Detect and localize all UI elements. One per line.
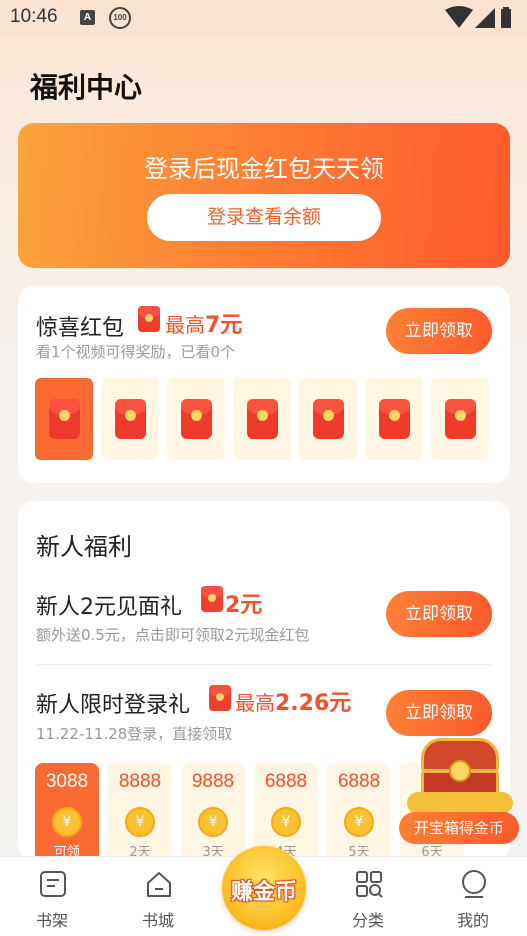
new-user-gift-reward-value: 2元 [225,593,263,618]
envelope-tile[interactable] [167,378,225,460]
treasure-chest-button[interactable]: 开宝箱得金币 [399,812,519,844]
envelope-tile[interactable] [299,378,357,460]
coin-icon: ¥ [52,807,82,837]
coin-day-tile[interactable]: 3088 ¥ 可领 [35,763,99,861]
profile-icon [462,870,486,898]
login-banner-title: 登录后现金红包天天领 [144,155,384,183]
nav-label-bookshelf: 书架 [35,911,68,930]
login-view-balance-button[interactable]: 登录查看余额 [147,194,381,241]
red-packet-icon [201,586,223,612]
envelope-tile[interactable] [365,378,423,460]
bookstore-icon [147,872,171,897]
login-gift-title: 新人限时登录礼 [36,693,191,718]
bookshelf-icon [40,871,66,897]
divider [36,664,492,665]
coin-amount: 6888 [337,771,381,792]
surprise-red-packet-title: 惊喜红包 [36,316,125,341]
red-envelope-icon [181,399,212,439]
red-envelope-icon [247,399,278,439]
coin-amount: 3088 [45,771,89,792]
nav-label-bookstore: 书城 [141,911,174,930]
red-envelope-icon [313,399,344,439]
status-bar: 10:46 A 100 [0,0,527,36]
coin-amount: 9888 [191,771,235,792]
red-envelope-icon [49,399,80,439]
surprise-red-packet-card: 惊喜红包 最高7元 看1个视频可得奖励，已看0个 立即领取 [18,286,510,483]
login-gift-reward: 最高2.26元 [235,685,351,717]
coin-amount: 6888 [264,771,308,792]
red-envelope-icon [115,399,146,439]
status-time: 10:46 [10,6,58,27]
coin-icon: ¥ [125,807,155,837]
notification-a-icon: A [80,10,95,25]
surprise-claim-button[interactable]: 立即领取 [386,308,492,354]
new-user-gift-claim-button[interactable]: 立即领取 [386,591,492,637]
surprise-red-packet-subtitle: 看1个视频可得奖励，已看0个 [36,343,236,361]
coin-icon: ¥ [344,807,374,837]
chest-coins-icon [407,792,513,814]
nav-label-category: 分类 [351,911,384,930]
nav-item-bookstore[interactable]: 书城 [118,857,198,936]
login-gift-subtitle: 11.22-11.28登录，直接领取 [36,725,233,743]
nav-item-profile[interactable]: 我的 [433,857,513,936]
coin-day-tile[interactable]: 6888 ¥ 5天 [327,763,391,861]
battery-icon [501,7,511,28]
nav-label-profile: 我的 [456,911,489,930]
login-gift-reward-prefix: 最高 [235,691,275,715]
earn-coins-button[interactable]: 赚金币 [222,846,306,930]
coin-icon: ¥ [271,807,301,837]
page-title: 福利中心 [30,71,143,104]
envelope-tile[interactable] [431,378,489,460]
new-user-gift-title: 新人2元见面礼 [36,595,182,620]
new-user-section-title: 新人福利 [36,533,132,561]
red-packet-icon [209,685,231,711]
wifi-icon [445,6,473,28]
coin-amount: 8888 [118,771,162,792]
coin-day-tile[interactable]: 9888 ¥ 3天 [181,763,245,861]
red-envelope-icon [379,399,410,439]
new-user-gift-reward: 2元 [225,587,262,619]
surprise-reward-value: 7元 [205,313,243,338]
envelope-tile[interactable] [101,378,159,460]
login-gift-reward-value: 2.26元 [275,691,352,716]
status-indicators [439,6,519,30]
nav-item-category[interactable]: 分类 [328,857,408,936]
surprise-reward-prefix: 最高 [165,313,205,337]
chest-lock-icon [449,760,471,782]
new-user-gift-subtitle: 额外送0.5元，点击即可领取2元现金红包 [36,626,310,644]
nav-item-bookshelf[interactable]: 书架 [12,857,92,936]
login-banner: 登录后现金红包天天领 登录查看余额 [18,123,510,268]
coin-day-tile[interactable]: 8888 ¥ 2天 [108,763,172,861]
envelope-tile[interactable] [35,378,93,460]
category-icon [356,871,383,898]
notification-badge-icon: 100 [109,7,131,29]
surprise-reward-label: 最高7元 [165,307,242,339]
red-packet-icon [138,306,160,332]
earn-coins-label: 赚金币 [230,880,297,905]
envelope-tile[interactable] [233,378,291,460]
coin-icon: ¥ [198,807,228,837]
red-envelope-icon [445,399,476,439]
treasure-chest-icon[interactable] [405,730,515,820]
signal-icon [475,8,495,28]
